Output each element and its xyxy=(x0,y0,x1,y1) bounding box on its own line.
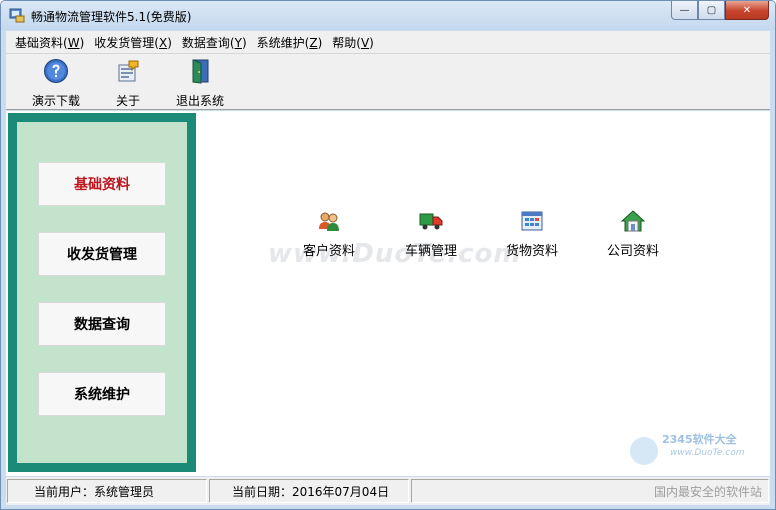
status-bar: 当前用户：系统管理员 当前日期：2016年07月04日 国内最安全的软件站 xyxy=(6,477,770,505)
about-button[interactable]: 关于 xyxy=(97,58,159,108)
sidebar-item-system[interactable]: 系统维护 xyxy=(38,372,166,416)
menu-mnemonic: X xyxy=(158,35,168,50)
menu-label: 基础资料 xyxy=(15,35,64,50)
toolbar-label: 退出系统 xyxy=(175,94,224,108)
module-label: 公司资料 xyxy=(606,244,659,259)
title-bar: 畅通物流管理软件5.1(免费版) — ▢ ✕ xyxy=(1,1,775,30)
toolbar-label: 关于 xyxy=(115,94,140,108)
maximize-button[interactable]: ▢ xyxy=(698,1,725,20)
sidebar-panel: 基础资料 收发货管理 数据查询 系统维护 xyxy=(17,122,187,463)
window-title: 畅通物流管理软件5.1(免费版) xyxy=(31,10,192,24)
sidebar: 基础资料 收发货管理 数据查询 系统维护 xyxy=(8,113,196,472)
minimize-button[interactable]: — xyxy=(671,1,698,20)
customers-icon xyxy=(319,212,339,231)
company-house-icon xyxy=(620,210,646,232)
menu-mnemonic: V xyxy=(360,35,370,50)
menu-label: 帮助 xyxy=(332,35,357,50)
menu-help[interactable]: 帮助(V) xyxy=(327,34,379,51)
about-icon xyxy=(118,60,139,82)
corner-slogan: 国内最安全的软件站 xyxy=(411,479,769,503)
module-label: 客户资料 xyxy=(302,244,355,259)
module-company[interactable]: 公司资料 xyxy=(598,209,668,259)
menu-label: 数据查询 xyxy=(181,35,230,50)
goods-grid-icon xyxy=(521,211,543,231)
sidebar-item-shipping[interactable]: 收发货管理 xyxy=(38,232,166,276)
module-label: 车辆管理 xyxy=(404,244,457,259)
demo-download-button[interactable]: 演示下载 xyxy=(25,58,87,108)
corner-brand-logo: 2345软件大全 www.DuoTe.com xyxy=(630,432,745,465)
module-goods[interactable]: 货物资料 xyxy=(497,209,567,259)
menu-mnemonic: W xyxy=(67,35,80,50)
app-logo-icon xyxy=(9,8,25,23)
menu-mnemonic: Z xyxy=(309,35,318,50)
module-label: 货物资料 xyxy=(505,244,558,259)
menu-mnemonic: Y xyxy=(234,35,242,50)
menu-shipping[interactable]: 收发货管理(X) xyxy=(89,34,177,51)
help-icon xyxy=(44,59,68,83)
menu-system[interactable]: 系统维护(Z) xyxy=(252,34,328,51)
status-current-user: 当前用户：系统管理员 xyxy=(7,479,207,503)
module-vehicles[interactable]: 车辆管理 xyxy=(396,209,466,259)
status-current-date: 当前日期：2016年07月04日 xyxy=(209,479,409,503)
sidebar-item-query[interactable]: 数据查询 xyxy=(38,302,166,346)
menu-query[interactable]: 数据查询(Y) xyxy=(177,34,252,51)
toolbar: 演示下载 关于 退出系统 xyxy=(6,53,770,110)
menu-label: 收发货管理 xyxy=(94,35,155,50)
sidebar-item-basic-data[interactable]: 基础资料 xyxy=(38,162,166,206)
module-customers[interactable]: 客户资料 xyxy=(294,209,364,259)
app-window: 畅通物流管理软件5.1(免费版) — ▢ ✕ 基础资料(W) 收发货管理(X) … xyxy=(0,0,776,510)
toolbar-label: 演示下载 xyxy=(31,94,80,108)
truck-icon xyxy=(419,213,443,230)
exit-door-icon xyxy=(192,59,209,84)
menu-basic-data[interactable]: 基础资料(W) xyxy=(10,34,89,51)
menu-label: 系统维护 xyxy=(256,35,305,50)
exit-button[interactable]: 退出系统 xyxy=(169,58,231,108)
main-content: 基础资料 收发货管理 数据查询 系统维护 www.DuoTe.com 客户资料 xyxy=(6,111,770,476)
menu-bar: 基础资料(W) 收发货管理(X) 数据查询(Y) 系统维护(Z) 帮助(V) xyxy=(6,31,770,53)
svg-text:www.DuoTe.com: www.DuoTe.com xyxy=(670,448,745,458)
svg-text:2345软件大全: 2345软件大全 xyxy=(662,432,738,446)
close-button[interactable]: ✕ xyxy=(725,1,769,20)
